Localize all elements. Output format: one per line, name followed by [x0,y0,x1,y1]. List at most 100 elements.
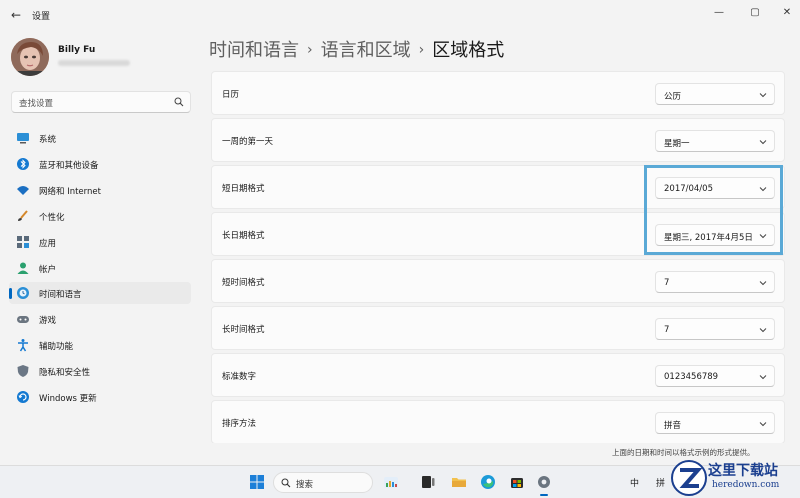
setting-label: 标准数字 [222,372,257,382]
windows-start-icon[interactable] [249,474,265,490]
breadcrumb-link-language-region[interactable]: 语言和区域 [321,40,411,61]
dropdown-value: 7 [664,278,670,288]
chevron-down-icon [759,375,767,380]
brush-icon [18,210,28,221]
page-title: 区域格式 [432,40,505,61]
sidebar-item-personalization[interactable]: 个性化 [9,205,191,227]
minimize-icon: — [714,7,724,18]
sidebar-item-privacy[interactable]: 隐私和安全性 [9,360,191,382]
dropdown-value: 拼音 [664,421,682,431]
watermark-logo-icon [671,460,707,496]
sidebar-item-label: 时间和语言 [39,290,82,300]
watermark-text: 这里下载站 [708,463,778,479]
site-watermark: 这里下载站 heredown.com [668,458,800,498]
arrow-left-icon: ← [10,8,22,22]
sidebar-item-apps[interactable]: 应用 [9,231,191,253]
setting-row-calendar: 日历 公历 [211,71,785,115]
sidebar-item-accessibility[interactable]: 辅助功能 [9,334,191,356]
tray-language-indicator[interactable]: 中 [630,476,639,489]
app-title: 设置 [32,12,51,22]
store-icon[interactable] [509,474,525,490]
format-example-note: 上面的日期和时间以格式示例的形式提供。 [612,448,755,457]
gamepad-icon [17,316,29,323]
dropdown-value: 7 [664,325,670,335]
sidebar-item-label: 帐户 [39,265,57,275]
sidebar-item-label: 隐私和安全性 [39,368,91,378]
maximize-button[interactable]: ▢ [740,3,770,23]
task-view-icon[interactable] [420,474,436,490]
annotation-highlight-box [644,165,783,255]
active-indicator [9,288,12,299]
avatar-image [11,38,49,76]
wifi-icon [17,186,29,195]
sidebar-item-label: 网络和 Internet [39,187,101,197]
sort-method-dropdown[interactable]: 拼音 [655,412,775,434]
sidebar-item-windows-update[interactable]: Windows 更新 [9,386,191,408]
title-bar: ← 设置 — ▢ ✕ [0,0,800,32]
apps-icon [17,236,29,248]
tray-ime-indicator[interactable]: 拼 [656,476,665,489]
user-email-redacted [58,60,130,66]
standard-digits-dropdown[interactable]: 0123456789 [655,365,775,387]
settings-list: 日历 公历 一周的第一天 星期一 短日期格式 2017/04/05 长日期格式 … [209,71,789,443]
chevron-down-icon [759,140,767,145]
person-icon [17,262,29,274]
setting-label: 短时间格式 [222,278,265,288]
sidebar-item-label: 辅助功能 [39,342,74,352]
setting-row-first-day-of-week: 一周的第一天 星期一 [211,118,785,162]
sidebar-item-accounts[interactable]: 帐户 [9,257,191,279]
monitor-icon [17,133,29,144]
setting-row-short-time: 短时间格式 7 [211,259,785,303]
search-placeholder: 查找设置 [19,99,54,109]
sidebar-item-label: 系统 [39,135,57,145]
accessibility-icon [18,339,28,352]
setting-row-long-time: 长时间格式 7 [211,306,785,350]
first-day-dropdown[interactable]: 星期一 [655,130,775,152]
setting-label: 日历 [222,90,240,100]
minimize-button[interactable]: — [704,3,734,23]
maximize-icon: ▢ [750,7,760,18]
sidebar-item-label: 个性化 [39,213,65,223]
dropdown-value: 公历 [664,92,682,102]
breadcrumb-link-time-language[interactable]: 时间和语言 [209,40,299,61]
sidebar-item-bluetooth[interactable]: 蓝牙和其他设备 [9,153,191,175]
chevron-right-icon: › [418,42,425,58]
calendar-dropdown[interactable]: 公历 [655,83,775,105]
avatar[interactable] [11,38,49,76]
setting-label: 长时间格式 [222,325,265,335]
search-input[interactable]: 查找设置 [11,91,191,113]
taskbar-search[interactable]: 搜索 [273,472,373,493]
setting-label: 一周的第一天 [222,137,274,147]
setting-label: 长日期格式 [222,231,265,241]
long-time-dropdown[interactable]: 7 [655,318,775,340]
sidebar-item-network[interactable]: 网络和 Internet [9,179,191,201]
settings-gear-icon[interactable] [536,474,552,490]
edge-browser-icon[interactable] [480,474,496,490]
back-button[interactable]: ← [8,7,24,23]
user-name: Billy Fu [58,45,96,55]
setting-row-standard-digits: 标准数字 0123456789 [211,353,785,397]
sidebar-item-label: Windows 更新 [39,394,97,404]
search-icon [281,478,291,488]
search-icon [174,97,184,107]
sidebar-item-gaming[interactable]: 游戏 [9,308,191,330]
close-button[interactable]: ✕ [772,3,800,23]
bluetooth-icon [17,158,29,170]
update-icon [17,391,29,403]
active-app-indicator [540,494,548,496]
widgets-icon[interactable] [383,474,399,490]
sidebar-item-system[interactable]: 系统 [9,127,191,149]
chevron-right-icon: › [307,42,313,58]
file-explorer-icon[interactable] [451,474,467,490]
chevron-down-icon [759,422,767,427]
globe-clock-icon [17,287,29,299]
sidebar-item-time-language[interactable]: 时间和语言 [9,282,191,304]
sidebar-item-label: 应用 [39,239,57,249]
chevron-down-icon [759,281,767,286]
setting-row-sort-method: 排序方法 拼音 [211,400,785,443]
chevron-down-icon [759,328,767,333]
close-icon: ✕ [782,7,792,18]
short-time-dropdown[interactable]: 7 [655,271,775,293]
chevron-down-icon [759,93,767,98]
sidebar-item-label: 蓝牙和其他设备 [39,161,99,171]
